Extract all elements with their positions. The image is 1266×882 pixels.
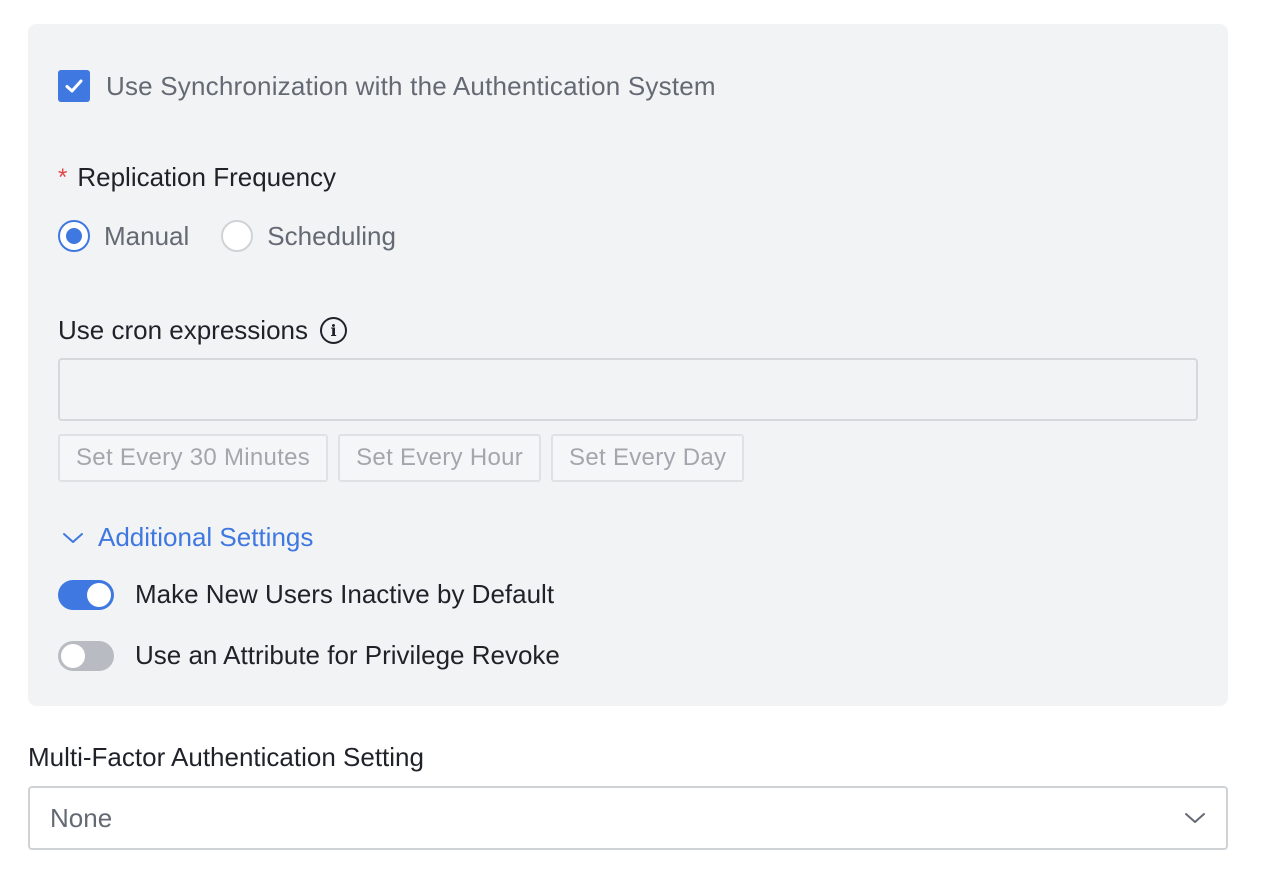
cron-expressions-label: Use cron expressions — [58, 315, 308, 345]
inactive-by-default-label: Make New Users Inactive by Default — [135, 579, 555, 609]
privilege-revoke-switch[interactable] — [58, 640, 114, 671]
sync-checkbox-label: Use Synchronization with the Authenticat… — [106, 70, 716, 101]
additional-settings-label: Additional Settings — [98, 522, 314, 552]
required-mark: * — [58, 163, 68, 191]
radio-manual-label: Manual — [104, 220, 190, 251]
chevron-down-icon — [63, 532, 83, 543]
inactive-by-default-row: Make New Users Inactive by Default — [58, 579, 554, 610]
sync-checkbox[interactable] — [58, 70, 90, 102]
mfa-setting-select[interactable]: None — [28, 786, 1228, 850]
replication-frequency-label: Replication Frequency — [77, 162, 337, 192]
privilege-revoke-row: Use an Attribute for Privilege Revoke — [58, 640, 560, 671]
cron-preset-buttons: Set Every 30 Minutes Set Every Hour Set … — [58, 434, 754, 482]
radio-dot — [66, 228, 82, 244]
sync-settings-panel: Use Synchronization with the Authenticat… — [28, 24, 1228, 706]
replication-frequency-radio-group: Manual Scheduling — [58, 220, 428, 252]
privilege-revoke-label: Use an Attribute for Privilege Revoke — [135, 640, 560, 670]
set-every-30-minutes-button[interactable]: Set Every 30 Minutes — [58, 434, 329, 482]
sync-checkbox-row[interactable]: Use Synchronization with the Authenticat… — [58, 70, 716, 102]
info-icon[interactable]: i — [320, 317, 347, 344]
switch-knob — [61, 643, 85, 668]
switch-knob — [87, 582, 111, 607]
radio-option-scheduling[interactable]: Scheduling — [221, 220, 396, 252]
cron-expression-input[interactable] — [58, 358, 1198, 421]
cron-expressions-title: Use cron expressions i — [58, 315, 347, 346]
radio-scheduling[interactable] — [221, 220, 254, 252]
mfa-selected-value: None — [50, 802, 113, 833]
mfa-setting-title: Multi-Factor Authentication Setting — [28, 742, 424, 772]
check-icon — [65, 79, 83, 93]
set-every-hour-button[interactable]: Set Every Hour — [338, 434, 542, 482]
set-every-day-button[interactable]: Set Every Day — [551, 434, 745, 482]
radio-scheduling-label: Scheduling — [267, 220, 396, 251]
inactive-by-default-switch[interactable] — [58, 579, 114, 610]
additional-settings-toggle[interactable]: Additional Settings — [62, 522, 313, 553]
radio-option-manual[interactable]: Manual — [58, 220, 189, 252]
replication-frequency-title: * Replication Frequency — [58, 162, 336, 193]
radio-manual[interactable] — [58, 220, 90, 252]
chevron-down-icon — [1185, 813, 1205, 823]
